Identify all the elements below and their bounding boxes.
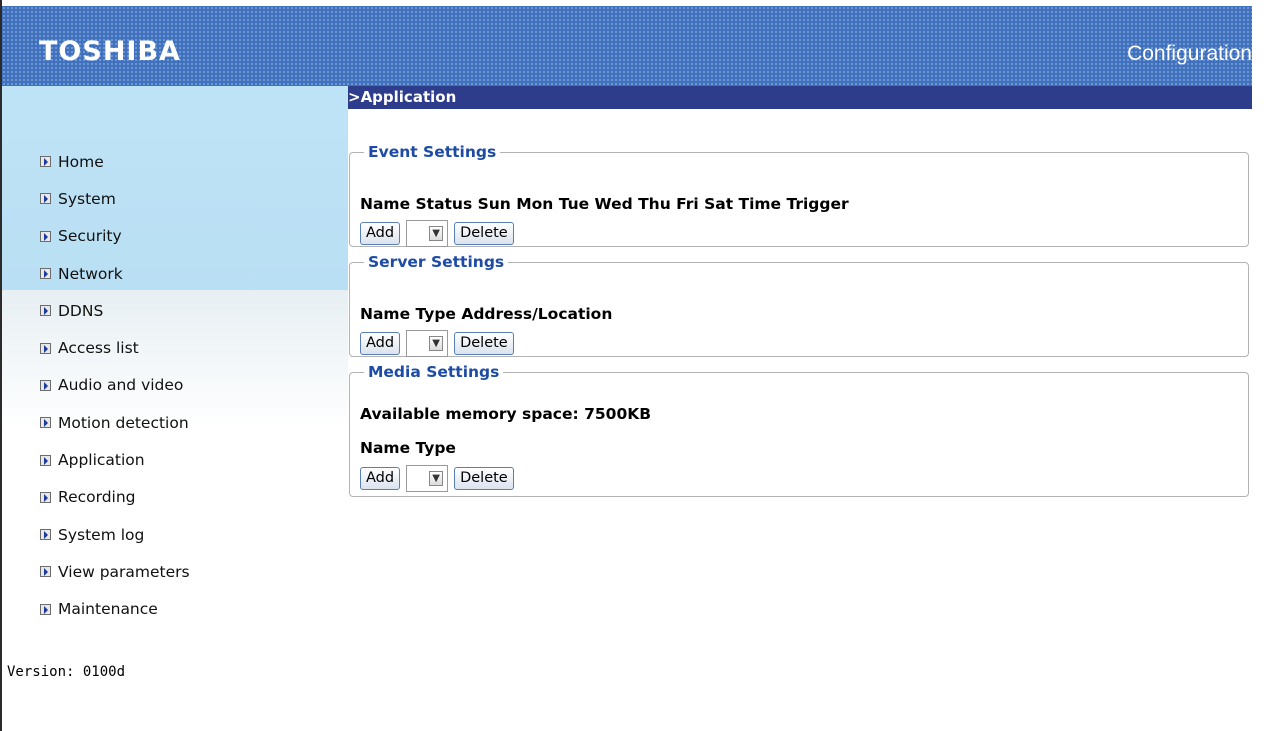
media-settings-section: Media Settings Available memory space: 7… — [349, 363, 1249, 497]
sidebar-item-label: Home — [58, 152, 104, 171]
event-columns-header: Name Status Sun Mon Tue Wed Thu Fri Sat … — [360, 195, 849, 213]
sidebar-item-label: Access list — [58, 339, 139, 358]
sidebar-item-label: System log — [58, 525, 145, 544]
arrow-right-box-icon — [40, 230, 51, 242]
sidebar-item-recording[interactable]: Recording — [40, 479, 190, 516]
media-delete-button[interactable]: Delete — [454, 467, 514, 490]
server-settings-columns: Name Type Address/Location — [360, 304, 612, 323]
event-add-button[interactable]: Add — [360, 222, 401, 245]
sidebar-item-security[interactable]: Security — [40, 218, 190, 255]
sidebar-item-network[interactable]: Network — [40, 255, 190, 292]
event-delete-button[interactable]: Delete — [454, 222, 514, 245]
version-label: Version: 0100d — [7, 664, 126, 680]
arrow-right-box-icon — [40, 193, 51, 205]
sidebar-item-label: Maintenance — [58, 600, 158, 619]
arrow-right-box-icon — [40, 305, 51, 317]
sidebar-item-label: Audio and video — [58, 376, 184, 395]
server-select[interactable]: ▼ — [406, 330, 449, 357]
server-settings-section: Server Settings Name Type Address/Locati… — [349, 253, 1249, 357]
arrow-right-box-icon — [40, 417, 51, 429]
breadcrumb-bar: >Application — [348, 86, 1252, 109]
sidebar-item-system[interactable]: System — [40, 180, 190, 217]
chevron-down-icon: ▼ — [429, 226, 444, 241]
sidebar-item-label: System — [58, 189, 116, 208]
arrow-right-box-icon — [40, 342, 51, 354]
server-settings-controls: Add ▼ Delete — [360, 330, 514, 357]
page-title: Configuration — [1127, 42, 1252, 65]
sidebar-item-access-list[interactable]: Access list — [40, 329, 190, 366]
server-delete-button[interactable]: Delete — [454, 332, 514, 355]
sidebar-item-application[interactable]: Application — [40, 441, 190, 478]
sidebar-item-label: Motion detection — [58, 413, 189, 432]
sidebar-item-label: Network — [58, 264, 123, 283]
chevron-down-icon: ▼ — [429, 471, 444, 486]
event-settings-section: Event Settings Name Status Sun Mon Tue W… — [349, 143, 1249, 247]
event-settings-columns: Name Status Sun Mon Tue Wed Thu Fri Sat … — [360, 194, 849, 213]
sidebar-item-home[interactable]: Home — [40, 143, 190, 180]
arrow-right-box-icon — [40, 529, 51, 541]
media-settings-columns: Name Type — [360, 438, 456, 457]
sidebar-item-motion-detection[interactable]: Motion detection — [40, 404, 190, 441]
media-settings-title: Media Settings — [368, 363, 500, 381]
sidebar-nav: Home System Security Network DDNS Access… — [40, 143, 190, 628]
sidebar-item-label: View parameters — [58, 562, 190, 581]
media-add-button[interactable]: Add — [360, 467, 401, 490]
sidebar-item-maintenance[interactable]: Maintenance — [40, 591, 190, 628]
sidebar-item-label: Application — [58, 451, 145, 470]
sidebar-item-audio-and-video[interactable]: Audio and video — [40, 367, 190, 404]
arrow-right-box-icon — [40, 268, 51, 280]
event-settings-title: Event Settings — [368, 143, 497, 161]
arrow-right-box-icon — [40, 379, 51, 391]
arrow-right-box-icon — [40, 454, 51, 466]
event-select[interactable]: ▼ — [406, 220, 449, 247]
sidebar-item-system-log[interactable]: System log — [40, 516, 190, 553]
server-settings-title: Server Settings — [368, 253, 505, 271]
arrow-right-box-icon — [40, 491, 51, 503]
server-columns-header: Name Type Address/Location — [360, 305, 613, 323]
toshiba-logo: TOSHIBA — [39, 36, 181, 67]
media-memory-label: Available memory space: 7500KB — [360, 405, 652, 423]
sidebar-item-label: Recording — [58, 488, 136, 507]
sidebar-item-label: DDNS — [58, 301, 104, 320]
sidebar-item-ddns[interactable]: DDNS — [40, 292, 190, 329]
arrow-right-box-icon — [40, 566, 51, 578]
header-banner: TOSHIBA Configuration — [2, 6, 1252, 86]
server-add-button[interactable]: Add — [360, 332, 401, 355]
sidebar-item-label: Security — [58, 227, 122, 246]
arrow-right-box-icon — [40, 156, 51, 168]
arrow-right-box-icon — [40, 603, 51, 615]
event-settings-controls: Add ▼ Delete — [360, 220, 514, 247]
media-memory-row: Available memory space: 7500KB — [360, 404, 651, 423]
breadcrumb: >Application — [348, 88, 457, 106]
media-select[interactable]: ▼ — [406, 465, 449, 492]
sidebar-item-view-parameters[interactable]: View parameters — [40, 553, 190, 590]
chevron-down-icon: ▼ — [429, 336, 444, 351]
media-settings-controls: Add ▼ Delete — [360, 465, 514, 492]
media-columns-header: Name Type — [360, 439, 456, 457]
